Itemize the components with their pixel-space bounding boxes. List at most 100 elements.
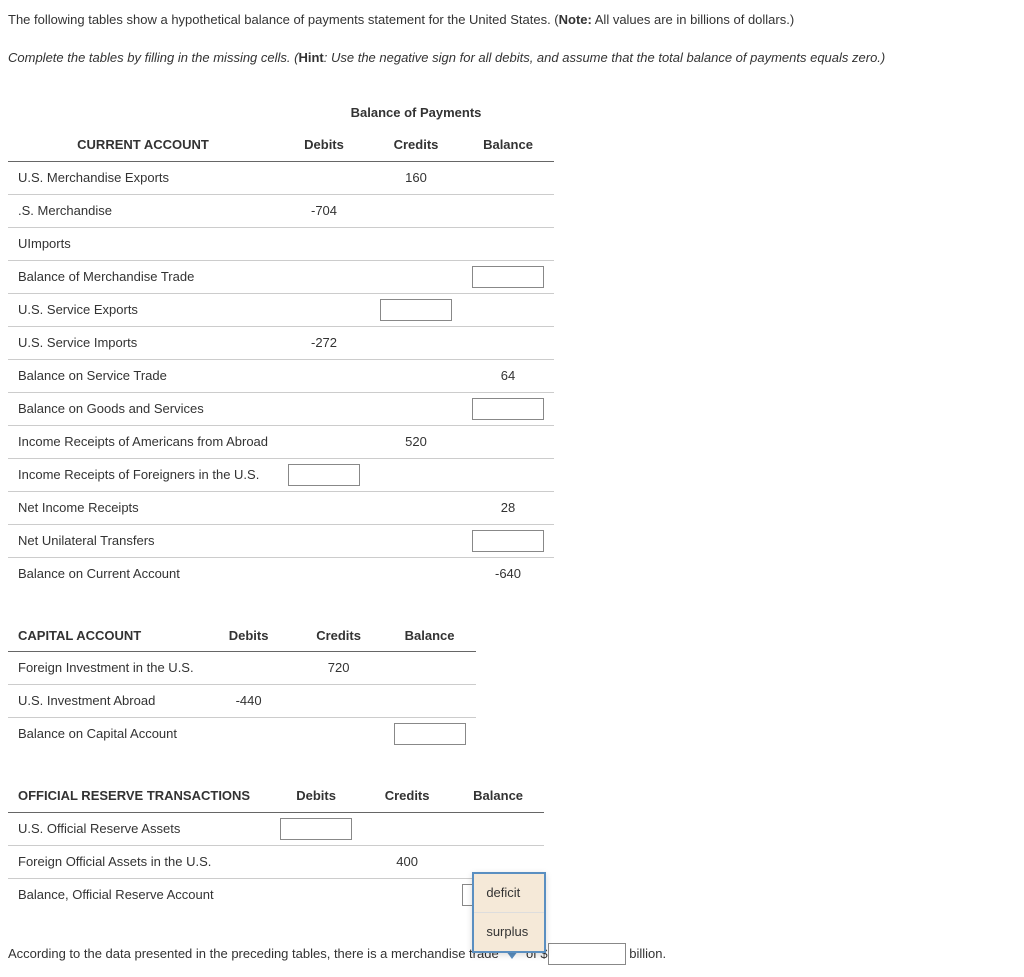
table-row: Balance, Official Reserve Account xyxy=(8,878,544,911)
sentence-prefix: According to the data presented in the p… xyxy=(8,946,502,961)
credits-value xyxy=(370,359,462,392)
table-row: .S. Merchandise-704 xyxy=(8,194,554,227)
row-label: Balance, Official Reserve Account xyxy=(8,878,270,911)
row-label: U.S. Service Exports xyxy=(8,293,278,326)
balance-value: -640 xyxy=(462,557,554,590)
table-row: Foreign Official Assets in the U.S.400 xyxy=(8,845,544,878)
hint-prefix: Complete the tables by filling in the mi… xyxy=(8,50,298,65)
debits-value xyxy=(278,491,370,524)
row-label: .S. Merchandise xyxy=(8,194,278,227)
intro-note-label: Note: xyxy=(559,12,592,27)
debits-value xyxy=(278,161,370,194)
intro-note-text: All values are in billions of dollars.) xyxy=(592,12,794,27)
row-label: U.S. Merchandise Exports xyxy=(8,161,278,194)
conclusion-sentence: According to the data presented in the p… xyxy=(8,941,1016,968)
balance-input[interactable] xyxy=(472,266,544,288)
intro-text: The following tables show a hypothetical… xyxy=(8,10,1016,30)
row-label: Income Receipts of Foreigners in the U.S… xyxy=(8,458,278,491)
table2-header-account: CAPITAL ACCOUNT xyxy=(8,620,204,652)
balance-value xyxy=(462,227,554,260)
hint-body: : Use the negative sign for all debits, … xyxy=(324,50,886,65)
debits-value: -704 xyxy=(278,194,370,227)
amount-input[interactable] xyxy=(548,943,626,965)
balance-value: 28 xyxy=(462,491,554,524)
debits-input[interactable] xyxy=(280,818,352,840)
debits-value xyxy=(270,878,362,911)
credits-value xyxy=(362,878,452,911)
credits-value xyxy=(362,812,452,845)
row-label: Net Unilateral Transfers xyxy=(8,524,278,557)
debits-value xyxy=(278,425,370,458)
debits-value xyxy=(278,227,370,260)
table3-header-account: OFFICIAL RESERVE TRANSACTIONS xyxy=(8,780,270,812)
row-label: Balance on Service Trade xyxy=(8,359,278,392)
debits-value xyxy=(204,718,294,751)
row-label: Income Receipts of Americans from Abroad xyxy=(8,425,278,458)
credits-value xyxy=(370,260,462,293)
table-row: Balance on Goods and Services xyxy=(8,392,554,425)
debits-value xyxy=(278,557,370,590)
table-row: Balance of Merchandise Trade xyxy=(8,260,554,293)
sentence-suffix: billion. xyxy=(629,946,666,961)
intro-main: The following tables show a hypothetical… xyxy=(8,12,559,27)
credits-value xyxy=(370,458,462,491)
balance-value xyxy=(384,652,476,685)
hint-text: Complete the tables by filling in the mi… xyxy=(8,48,1016,68)
balance-input[interactable] xyxy=(472,530,544,552)
table-row: Balance on Capital Account xyxy=(8,718,476,751)
credits-value xyxy=(370,392,462,425)
table-row: U.S. Service Imports-272 xyxy=(8,326,554,359)
table3-header-credits: Credits xyxy=(362,780,452,812)
credits-value xyxy=(294,685,384,718)
table2-header-balance: Balance xyxy=(384,620,476,652)
debits-input[interactable] xyxy=(288,464,360,486)
table1-header-balance: Balance xyxy=(462,129,554,161)
official-reserve-table: OFFICIAL RESERVE TRANSACTIONS Debits Cre… xyxy=(8,780,544,911)
balance-value xyxy=(462,326,554,359)
table-row: U.S. Official Reserve Assets xyxy=(8,812,544,845)
row-label: U.S. Investment Abroad xyxy=(8,685,204,718)
row-label: Balance on Capital Account xyxy=(8,718,204,751)
table2-header-debits: Debits xyxy=(204,620,294,652)
dropdown-option-surplus[interactable]: surplus xyxy=(474,913,544,951)
balance-value xyxy=(462,293,554,326)
debits-value xyxy=(204,652,294,685)
row-label: U.S. Official Reserve Assets xyxy=(8,812,270,845)
dropdown-option-deficit[interactable]: deficit xyxy=(474,874,544,913)
credits-value xyxy=(370,557,462,590)
debits-value xyxy=(278,524,370,557)
balance-input[interactable] xyxy=(472,398,544,420)
row-label: Foreign Investment in the U.S. xyxy=(8,652,204,685)
table-row: Foreign Investment in the U.S. 720 xyxy=(8,652,476,685)
table1-header-credits: Credits xyxy=(370,129,462,161)
row-label: Net Income Receipts xyxy=(8,491,278,524)
table3-header-debits: Debits xyxy=(270,780,362,812)
table-row: Balance on Service Trade64 xyxy=(8,359,554,392)
table2-header-credits: Credits xyxy=(294,620,384,652)
row-label: Balance of Merchandise Trade xyxy=(8,260,278,293)
balance-value xyxy=(462,161,554,194)
table-row: Balance on Current Account -640 xyxy=(8,557,554,590)
table1-header-account: CURRENT ACCOUNT xyxy=(8,129,278,161)
credits-value: 520 xyxy=(370,425,462,458)
row-label: UImports xyxy=(8,227,278,260)
debits-value xyxy=(278,293,370,326)
table-row: Net Unilateral Transfers xyxy=(8,524,554,557)
table-row: U.S. Merchandise Exports 160 xyxy=(8,161,554,194)
credits-value: 160 xyxy=(370,161,462,194)
credits-value xyxy=(294,718,384,751)
balance-input[interactable] xyxy=(394,723,466,745)
row-label: Balance on Current Account xyxy=(8,557,278,590)
credits-input[interactable] xyxy=(380,299,452,321)
debits-value xyxy=(270,845,362,878)
table-row: Net Income Receipts 28 xyxy=(8,491,554,524)
dropdown-menu: deficit surplus xyxy=(472,872,546,953)
balance-value xyxy=(462,458,554,491)
balance-value xyxy=(462,425,554,458)
trade-type-dropdown[interactable]: deficit surplus xyxy=(502,941,522,967)
credits-value: 720 xyxy=(294,652,384,685)
table3-header-balance: Balance xyxy=(452,780,544,812)
table-row: U.S. Service Exports xyxy=(8,293,554,326)
credits-value: 400 xyxy=(362,845,452,878)
debits-value: -440 xyxy=(204,685,294,718)
